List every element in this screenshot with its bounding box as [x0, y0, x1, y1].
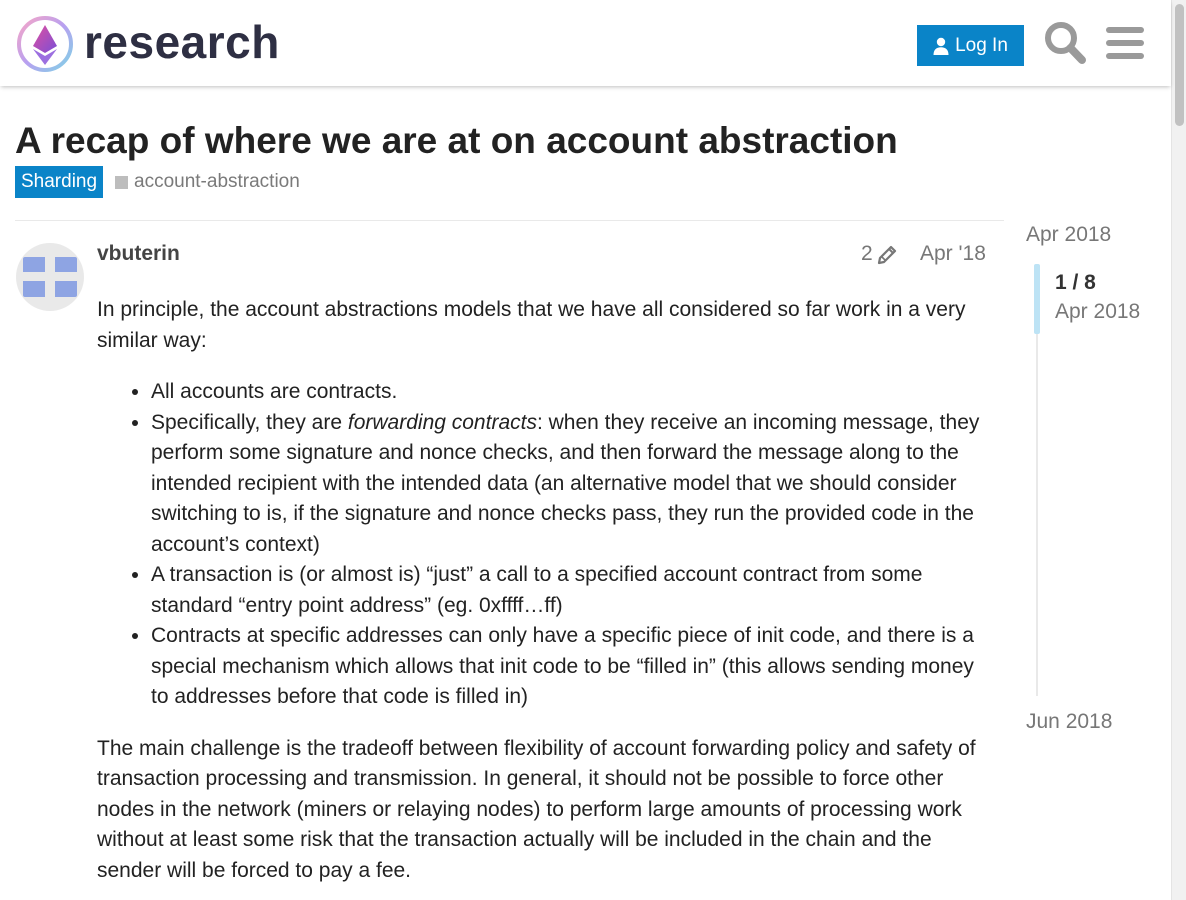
tag-square-icon	[115, 175, 128, 189]
topic-title[interactable]: A recap of where we are at on account ab…	[15, 118, 898, 164]
user-icon	[933, 37, 949, 55]
site-header: research Log In	[0, 0, 1171, 86]
search-icon[interactable]	[1043, 20, 1087, 66]
timeline-handle[interactable]	[1034, 264, 1040, 334]
log-in-label: Log In	[955, 34, 1008, 56]
edit-history-button[interactable]: 2	[861, 240, 899, 268]
list-item: All accounts are contracts.	[151, 377, 992, 408]
list-item: A transaction is (or almost is) “just” a…	[151, 560, 992, 621]
timeline-start-date[interactable]: Apr 2018	[1026, 221, 1111, 249]
edit-count: 2	[861, 242, 873, 265]
site-name[interactable]: research	[84, 14, 280, 70]
timeline-end-date[interactable]: Jun 2018	[1026, 708, 1112, 736]
research-logo-icon[interactable]	[16, 15, 74, 73]
post-intro: In principle, the account abstractions m…	[97, 298, 966, 352]
page-scrollbar[interactable]	[1171, 0, 1186, 900]
pencil-icon	[877, 245, 896, 265]
log-in-button[interactable]: Log In	[917, 25, 1024, 66]
scrollbar-thumb[interactable]	[1175, 4, 1184, 126]
post-paragraph: The main challenge is the tradeoff betwe…	[97, 736, 976, 882]
topic-tag[interactable]: account-abstraction	[115, 166, 300, 198]
title-divider	[15, 220, 1004, 221]
list-item: Specifically, they are forwarding contra…	[151, 408, 992, 561]
timeline-current-date: Apr 2018	[1055, 300, 1141, 323]
avatar[interactable]	[16, 243, 84, 311]
bullet-list: All accounts are contracts. Specifically…	[97, 377, 992, 713]
post-date[interactable]: Apr '18	[920, 240, 986, 268]
tag-label: account-abstraction	[134, 171, 300, 192]
list-item-text: Specifically, they are	[151, 410, 348, 434]
post-body: In principle, the account abstractions m…	[97, 295, 992, 886]
timeline-post-counter: 1 / 8	[1055, 271, 1096, 294]
emphasis-text: forwarding contracts	[347, 410, 537, 434]
list-item: Contracts at specific addresses can only…	[151, 621, 992, 713]
hamburger-menu-icon[interactable]	[1106, 24, 1144, 62]
post-author[interactable]: vbuterin	[97, 240, 180, 268]
category-badge[interactable]: Sharding	[15, 166, 104, 198]
